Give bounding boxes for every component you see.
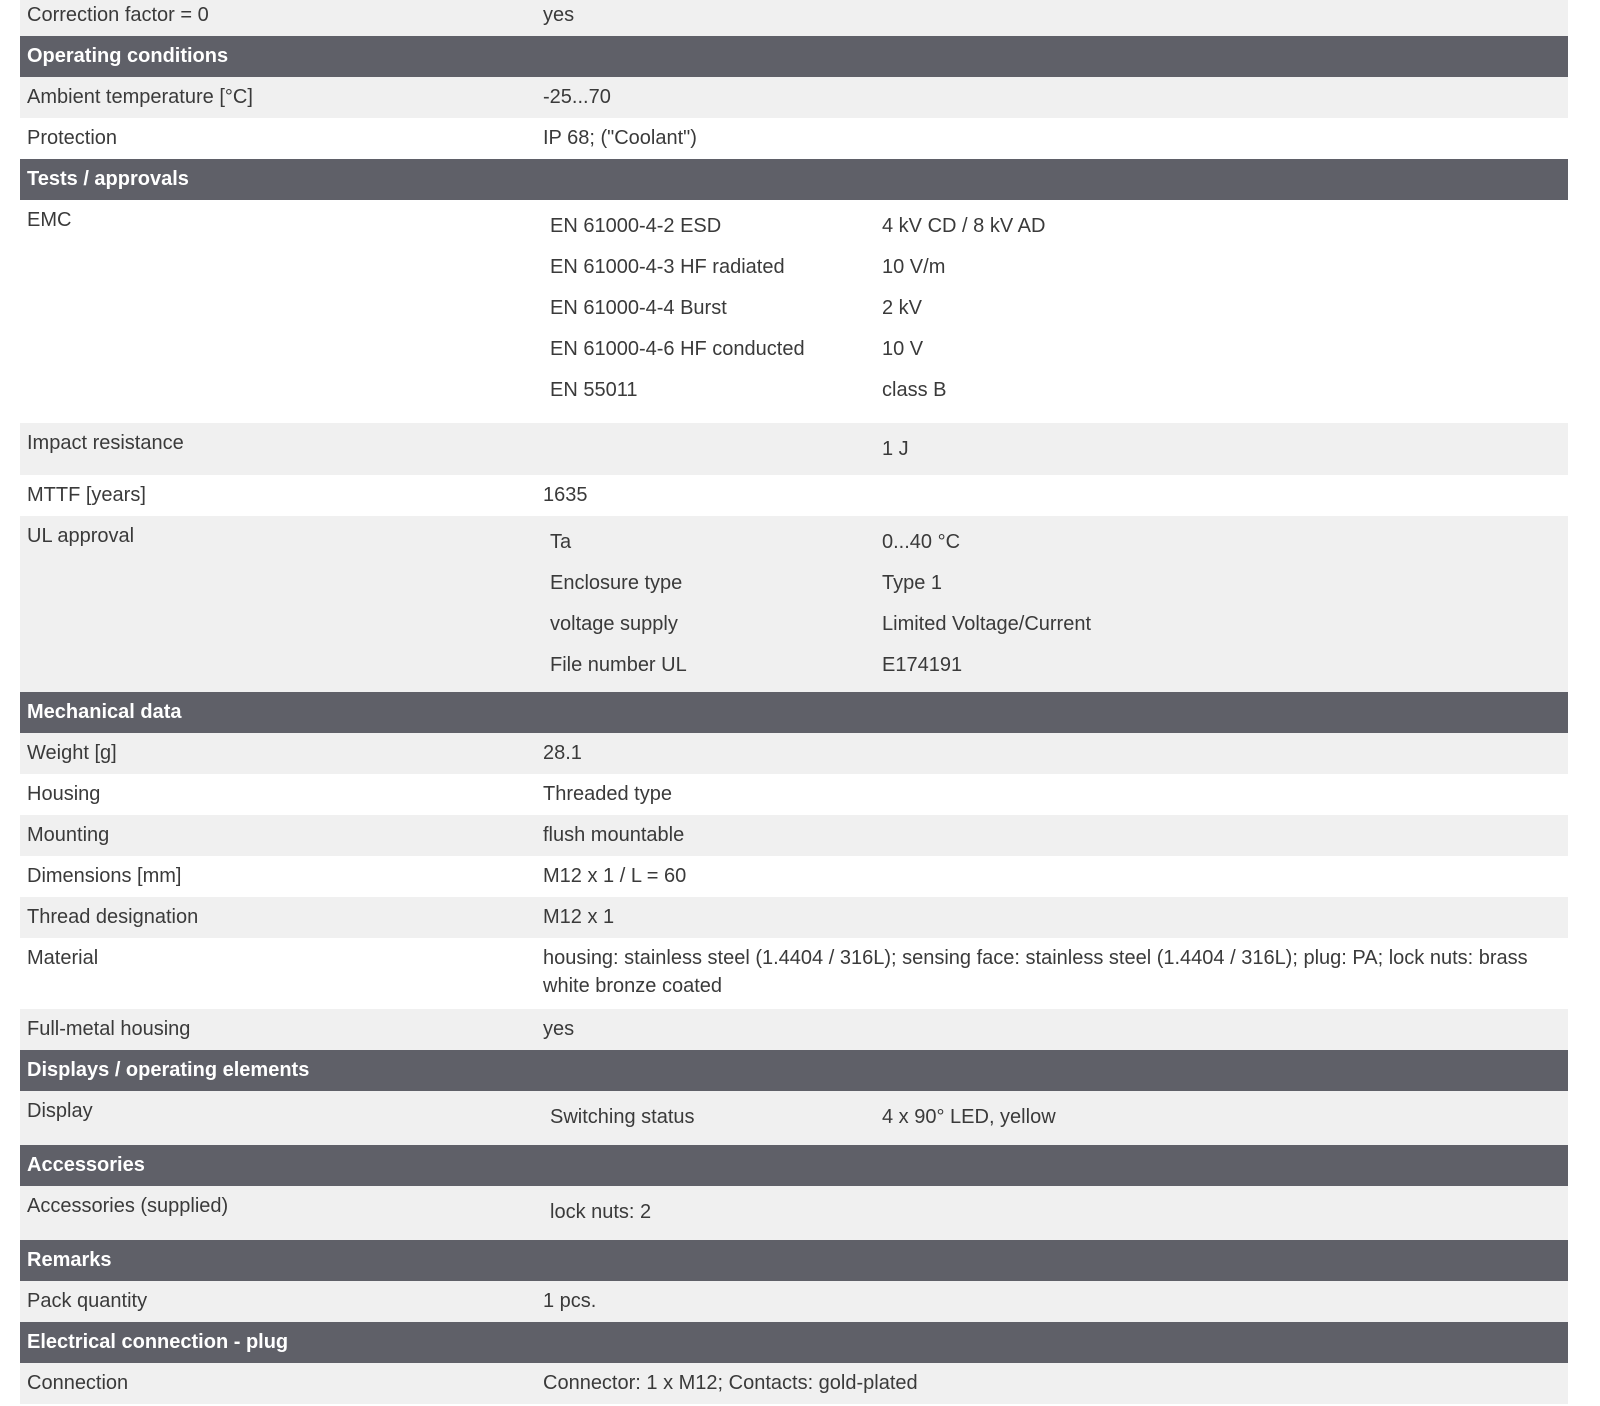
sub-value: E174191: [882, 654, 963, 676]
row-label: Accessories (supplied): [27, 1195, 229, 1217]
sub-key: EN 55011: [550, 379, 638, 401]
row-value: M12 x 1: [543, 906, 615, 928]
section-header-mechanical-data: Mechanical data: [20, 692, 1568, 733]
row-label: Correction factor = 0: [27, 4, 209, 26]
sub-row: EN 61000-4-3 HF radiated 10 V/m: [543, 247, 1568, 288]
accessories-subtable: lock nuts: 2: [543, 1192, 1568, 1233]
ul-subtable: Ta 0...40 °C Enclosure type Type 1 volta…: [543, 522, 1568, 686]
row-accessories-supplied: Accessories (supplied) lock nuts: 2: [20, 1186, 1568, 1240]
sub-value: 0...40 °C: [882, 531, 961, 553]
sub-row: EN 61000-4-6 HF conducted 10 V: [543, 329, 1568, 370]
sub-row: File number UL E174191: [543, 645, 1568, 686]
impact-subtable: 1 J: [543, 429, 1568, 470]
section-header-remarks: Remarks: [20, 1240, 1568, 1281]
display-subtable: Switching status 4 x 90° LED, yellow: [543, 1097, 1568, 1138]
row-label: MTTF [years]: [27, 484, 146, 506]
row-thread-designation: Thread designation M12 x 1: [20, 897, 1568, 938]
sub-row: EN 61000-4-4 Burst 2 kV: [543, 288, 1568, 329]
row-ambient-temperature: Ambient temperature [°C] -25...70: [20, 77, 1568, 118]
row-label: Ambient temperature [°C]: [27, 86, 253, 108]
row-dimensions: Dimensions [mm] M12 x 1 / L = 60: [20, 856, 1568, 897]
sub-key: lock nuts: 2: [550, 1201, 652, 1223]
sub-row: Enclosure type Type 1: [543, 563, 1568, 604]
sub-value: [882, 1192, 1568, 1233]
sub-row: voltage supply Limited Voltage/Current: [543, 604, 1568, 645]
row-display: Display Switching status 4 x 90° LED, ye…: [20, 1091, 1568, 1145]
emc-subtable: EN 61000-4-2 ESD 4 kV CD / 8 kV AD EN 61…: [543, 206, 1568, 411]
row-ul-approval: UL approval Ta 0...40 °C Enclosure type …: [20, 516, 1568, 692]
row-weight: Weight [g] 28.1: [20, 733, 1568, 774]
row-label: Connection: [27, 1372, 129, 1394]
row-label: Pack quantity: [27, 1290, 148, 1312]
sub-value: 2 kV: [882, 297, 923, 319]
row-label: Housing: [27, 783, 101, 805]
sub-value: 4 kV CD / 8 kV AD: [882, 215, 1046, 237]
sub-key: Switching status: [550, 1106, 695, 1128]
sub-row: EN 55011 class B: [543, 370, 1568, 411]
row-value: M12 x 1 / L = 60: [543, 865, 687, 887]
row-full-metal-housing: Full-metal housing yes: [20, 1009, 1568, 1050]
row-label: Dimensions [mm]: [27, 865, 182, 887]
row-label: Material: [27, 947, 99, 969]
sub-key: EN 61000-4-3 HF radiated: [550, 256, 785, 278]
row-label: Display: [27, 1100, 93, 1122]
sub-key: [543, 429, 882, 470]
row-value: -25...70: [543, 86, 611, 108]
row-correction-factor: Correction factor = 0 yes: [20, 0, 1568, 36]
row-label: Mounting: [27, 824, 110, 846]
section-header-accessories: Accessories: [20, 1145, 1568, 1186]
row-value: 28.1: [543, 742, 582, 764]
row-emc: EMC EN 61000-4-2 ESD 4 kV CD / 8 kV AD E…: [20, 200, 1568, 423]
row-label: Full-metal housing: [27, 1018, 191, 1040]
sub-key: voltage supply: [550, 613, 678, 635]
row-label: Weight [g]: [27, 742, 117, 764]
sub-value: Type 1: [882, 572, 943, 594]
row-value: flush mountable: [543, 824, 685, 846]
row-material: Material housing: stainless steel (1.440…: [20, 938, 1568, 1009]
row-value: Connector: 1 x M12; Contacts: gold-plate…: [543, 1372, 918, 1394]
row-mttf: MTTF [years] 1635: [20, 475, 1568, 516]
sub-row: 1 J: [543, 429, 1568, 470]
row-label: Thread designation: [27, 906, 199, 928]
row-pack-quantity: Pack quantity 1 pcs.: [20, 1281, 1568, 1322]
row-value: 1635: [543, 484, 588, 506]
section-header-operating-conditions: Operating conditions: [20, 36, 1568, 77]
sub-key: EN 61000-4-6 HF conducted: [550, 338, 805, 360]
row-value: yes: [543, 1018, 575, 1040]
section-header-displays: Displays / operating elements: [20, 1050, 1568, 1091]
row-label: UL approval: [27, 525, 135, 547]
sub-key: Ta: [550, 531, 572, 553]
row-value: yes: [543, 4, 575, 26]
sub-row: Ta 0...40 °C: [543, 522, 1568, 563]
sub-key: EN 61000-4-4 Burst: [550, 297, 727, 319]
row-value: Threaded type: [543, 783, 672, 805]
row-label: EMC: [27, 209, 72, 231]
sub-value: 1 J: [882, 438, 909, 460]
row-mounting: Mounting flush mountable: [20, 815, 1568, 856]
row-connection: Connection Connector: 1 x M12; Contacts:…: [20, 1363, 1568, 1404]
row-impact-resistance: Impact resistance 1 J: [20, 423, 1568, 475]
sub-row: Switching status 4 x 90° LED, yellow: [543, 1097, 1568, 1138]
row-value: IP 68; ("Coolant"): [543, 127, 697, 149]
datasheet-table: Correction factor = 0 yes Operating cond…: [20, 0, 1568, 1404]
section-header-electrical-connection: Electrical connection - plug: [20, 1322, 1568, 1363]
sub-row: lock nuts: 2: [543, 1192, 1568, 1233]
row-value: housing: stainless steel (1.4404 / 316L)…: [543, 947, 1528, 997]
sub-key: EN 61000-4-2 ESD: [550, 215, 722, 237]
sub-value: 10 V: [882, 338, 924, 360]
row-housing: Housing Threaded type: [20, 774, 1568, 815]
sub-value: 10 V/m: [882, 256, 946, 278]
row-label: Impact resistance: [27, 432, 184, 454]
section-header-tests-approvals: Tests / approvals: [20, 159, 1568, 200]
sub-value: class B: [882, 379, 947, 401]
row-protection: Protection IP 68; ("Coolant"): [20, 118, 1568, 159]
sub-key: Enclosure type: [550, 572, 683, 594]
sub-row: EN 61000-4-2 ESD 4 kV CD / 8 kV AD: [543, 206, 1568, 247]
row-value: 1 pcs.: [543, 1290, 597, 1312]
sub-value: Limited Voltage/Current: [882, 613, 1092, 635]
row-label: Protection: [27, 127, 118, 149]
sub-value: 4 x 90° LED, yellow: [882, 1106, 1056, 1128]
sub-key: File number UL: [550, 654, 687, 676]
